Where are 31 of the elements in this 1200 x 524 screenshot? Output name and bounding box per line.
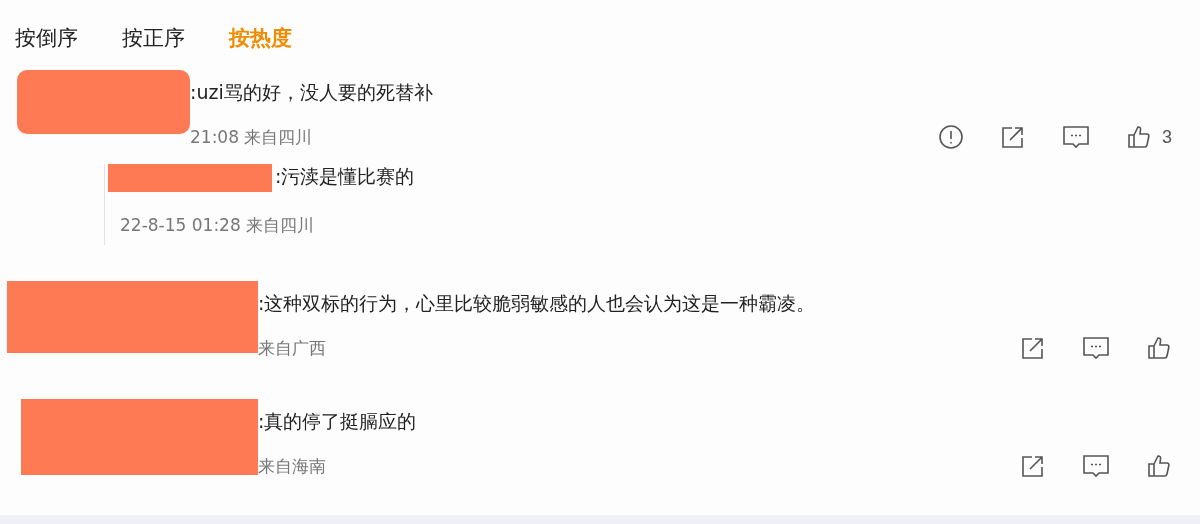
comment-meta: 来自海南	[258, 454, 326, 478]
like-button[interactable]	[1146, 453, 1172, 479]
comment-text: :这种双标的行为，心里比较脆弱敏感的人也会认为这是一种霸凌。	[258, 291, 816, 316]
comment-icon	[1082, 453, 1110, 479]
comment-button[interactable]	[1082, 335, 1110, 361]
thumbs-up-icon	[1126, 124, 1152, 150]
comment-icon	[1082, 335, 1110, 361]
comment-meta: 来自广西	[258, 336, 326, 360]
reply-meta: 22-8-15 01:28 来自四川	[120, 214, 316, 237]
warning-icon	[938, 124, 964, 150]
sort-tab[interactable]: 按正序	[122, 24, 185, 60]
thumbs-up-icon	[1146, 453, 1172, 479]
report-button[interactable]	[938, 124, 964, 150]
reply-text: :污渎是懂比赛的	[275, 164, 415, 189]
thumbs-up-icon	[1146, 335, 1172, 361]
comment-meta: 21:08 来自四川	[190, 125, 313, 149]
share-icon	[1020, 335, 1046, 361]
share-button[interactable]	[1000, 124, 1026, 150]
like-count: 3	[1162, 126, 1172, 148]
sort-tab[interactable]: 按倒序	[15, 24, 78, 60]
comment-icon	[1062, 124, 1090, 150]
like-button[interactable]: 3	[1126, 124, 1172, 150]
share-button[interactable]	[1020, 453, 1046, 479]
share-icon	[1000, 124, 1026, 150]
like-button[interactable]	[1146, 335, 1172, 361]
comment-text: :uzi骂的好，没人要的死替补	[190, 80, 433, 105]
comment-text: :真的停了挺膈应的	[258, 409, 417, 434]
share-button[interactable]	[1020, 335, 1046, 361]
comment-button[interactable]	[1062, 124, 1090, 150]
comment-button[interactable]	[1082, 453, 1110, 479]
share-icon	[1020, 453, 1046, 479]
